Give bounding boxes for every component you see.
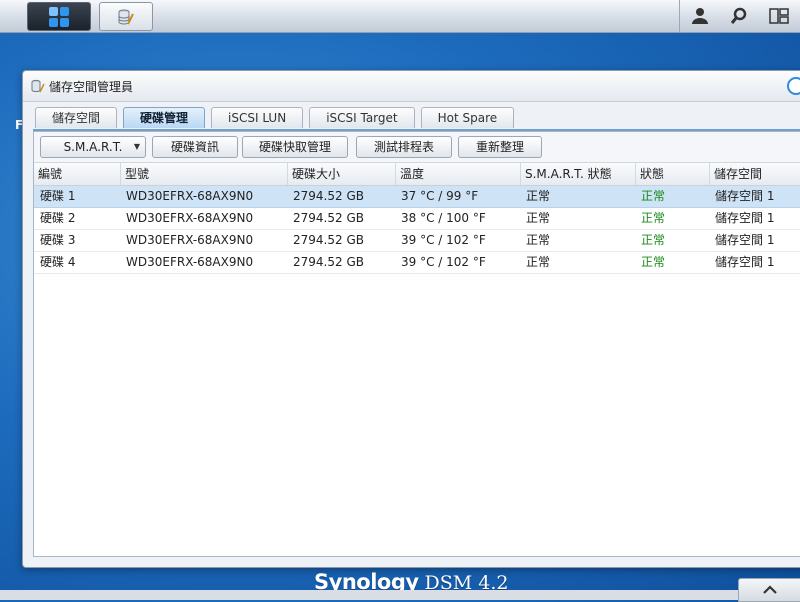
smart-button-label: S.M.A.R.T.	[63, 140, 123, 154]
cell-model: WD30EFRX-68AX9N0	[126, 211, 254, 225]
column-header-temperature[interactable]: 溫度	[395, 163, 520, 185]
column-header-size[interactable]: 硬碟大小	[287, 163, 395, 185]
table-row[interactable]: 硬碟 2 WD30EFRX-68AX9N0 2794.52 GB 38 °C /…	[34, 208, 800, 230]
storage-manager-icon	[31, 79, 45, 93]
tab-iscsi-target[interactable]: iSCSI Target	[309, 107, 415, 128]
table-header: 編號 型號 硬碟大小 溫度 S.M.A.R.T. 狀態 狀態 儲存空間	[34, 163, 800, 186]
cell-number: 硬碟 3	[40, 233, 76, 247]
tab-hot-spare[interactable]: Hot Spare	[420, 107, 515, 128]
cell-number: 硬碟 2	[40, 211, 76, 225]
main-menu-button[interactable]	[27, 2, 91, 31]
storage-manager-taskbar-button[interactable]	[99, 2, 153, 31]
tab-iscsi-lun[interactable]: iSCSI LUN	[211, 107, 304, 128]
user-icon[interactable]	[691, 7, 709, 25]
cell-size: 2794.52 GB	[293, 233, 364, 247]
tab-hdd-management[interactable]: 硬碟管理	[123, 107, 206, 128]
cell-volume: 儲存空間 1	[715, 255, 775, 269]
collapse-button[interactable]	[738, 578, 800, 602]
dropdown-caret-icon: ▼	[133, 142, 140, 151]
cell-status: 正常	[641, 211, 666, 225]
cell-size: 2794.52 GB	[293, 189, 364, 203]
cell-smart-status: 正常	[526, 233, 551, 247]
column-header-volume[interactable]: 儲存空間	[709, 163, 800, 185]
taskbar-right-group	[679, 0, 800, 32]
cell-volume: 儲存空間 1	[715, 189, 775, 203]
cell-model: WD30EFRX-68AX9N0	[126, 189, 254, 203]
table-row[interactable]: 硬碟 1 WD30EFRX-68AX9N0 2794.52 GB 37 °C /…	[34, 186, 800, 208]
database-wrench-icon	[118, 9, 134, 24]
cell-smart-status: 正常	[526, 189, 551, 203]
column-header-smart-status[interactable]: S.M.A.R.T. 狀態	[520, 163, 635, 185]
column-header-status[interactable]: 狀態	[635, 163, 709, 185]
cell-temperature: 37 °C / 99 °F	[401, 189, 479, 203]
hdd-panel: S.M.A.R.T. ▼ 硬碟資訊 硬碟快取管理 測試排程表 重新整理 編號 型…	[33, 131, 800, 557]
chevron-up-icon	[763, 585, 777, 594]
cell-smart-status: 正常	[526, 211, 551, 225]
cell-status: 正常	[641, 233, 666, 247]
widgets-icon[interactable]	[769, 7, 790, 25]
taskbar	[0, 0, 800, 33]
search-icon[interactable]	[730, 7, 748, 25]
cell-size: 2794.52 GB	[293, 211, 364, 225]
cell-smart-status: 正常	[526, 255, 551, 269]
cell-temperature: 38 °C / 100 °F	[401, 211, 486, 225]
cell-number: 硬碟 1	[40, 189, 76, 203]
storage-manager-window: 儲存空間管理員 儲存空間 硬碟管理 iSCSI LUN iSCSI Target…	[22, 70, 800, 568]
test-schedule-button[interactable]: 測試排程表	[356, 136, 452, 158]
cell-size: 2794.52 GB	[293, 255, 364, 269]
cell-temperature: 39 °C / 102 °F	[401, 233, 486, 247]
cell-volume: 儲存空間 1	[715, 233, 775, 247]
cell-temperature: 39 °C / 102 °F	[401, 255, 486, 269]
column-header-model[interactable]: 型號	[120, 163, 287, 185]
column-header-number[interactable]: 編號	[34, 163, 120, 185]
table-row[interactable]: 硬碟 4 WD30EFRX-68AX9N0 2794.52 GB 39 °C /…	[34, 252, 800, 274]
tab-bar: 儲存空間 硬碟管理 iSCSI LUN iSCSI Target Hot Spa…	[35, 107, 520, 129]
bottom-bar	[0, 590, 800, 600]
toolbar: S.M.A.R.T. ▼ 硬碟資訊 硬碟快取管理 測試排程表 重新整理	[34, 132, 800, 163]
cell-model: WD30EFRX-68AX9N0	[126, 233, 254, 247]
reorganize-button[interactable]: 重新整理	[458, 136, 542, 158]
cell-status: 正常	[641, 189, 666, 203]
cache-management-button[interactable]: 硬碟快取管理	[242, 136, 348, 158]
grid-icon	[49, 6, 69, 27]
table-body: 硬碟 1 WD30EFRX-68AX9N0 2794.52 GB 37 °C /…	[34, 186, 800, 274]
table-row[interactable]: 硬碟 3 WD30EFRX-68AX9N0 2794.52 GB 39 °C /…	[34, 230, 800, 252]
cell-number: 硬碟 4	[40, 255, 76, 269]
window-title: 儲存空間管理員	[49, 79, 134, 94]
cell-model: WD30EFRX-68AX9N0	[126, 255, 254, 269]
tab-storage-volume[interactable]: 儲存空間	[35, 107, 118, 128]
window-titlebar[interactable]: 儲存空間管理員	[23, 71, 800, 102]
smart-dropdown-button[interactable]: S.M.A.R.T. ▼	[40, 136, 146, 158]
cell-volume: 儲存空間 1	[715, 211, 775, 225]
window-control-icon[interactable]	[787, 77, 800, 95]
disk-info-button[interactable]: 硬碟資訊	[152, 136, 238, 158]
cell-status: 正常	[641, 255, 666, 269]
